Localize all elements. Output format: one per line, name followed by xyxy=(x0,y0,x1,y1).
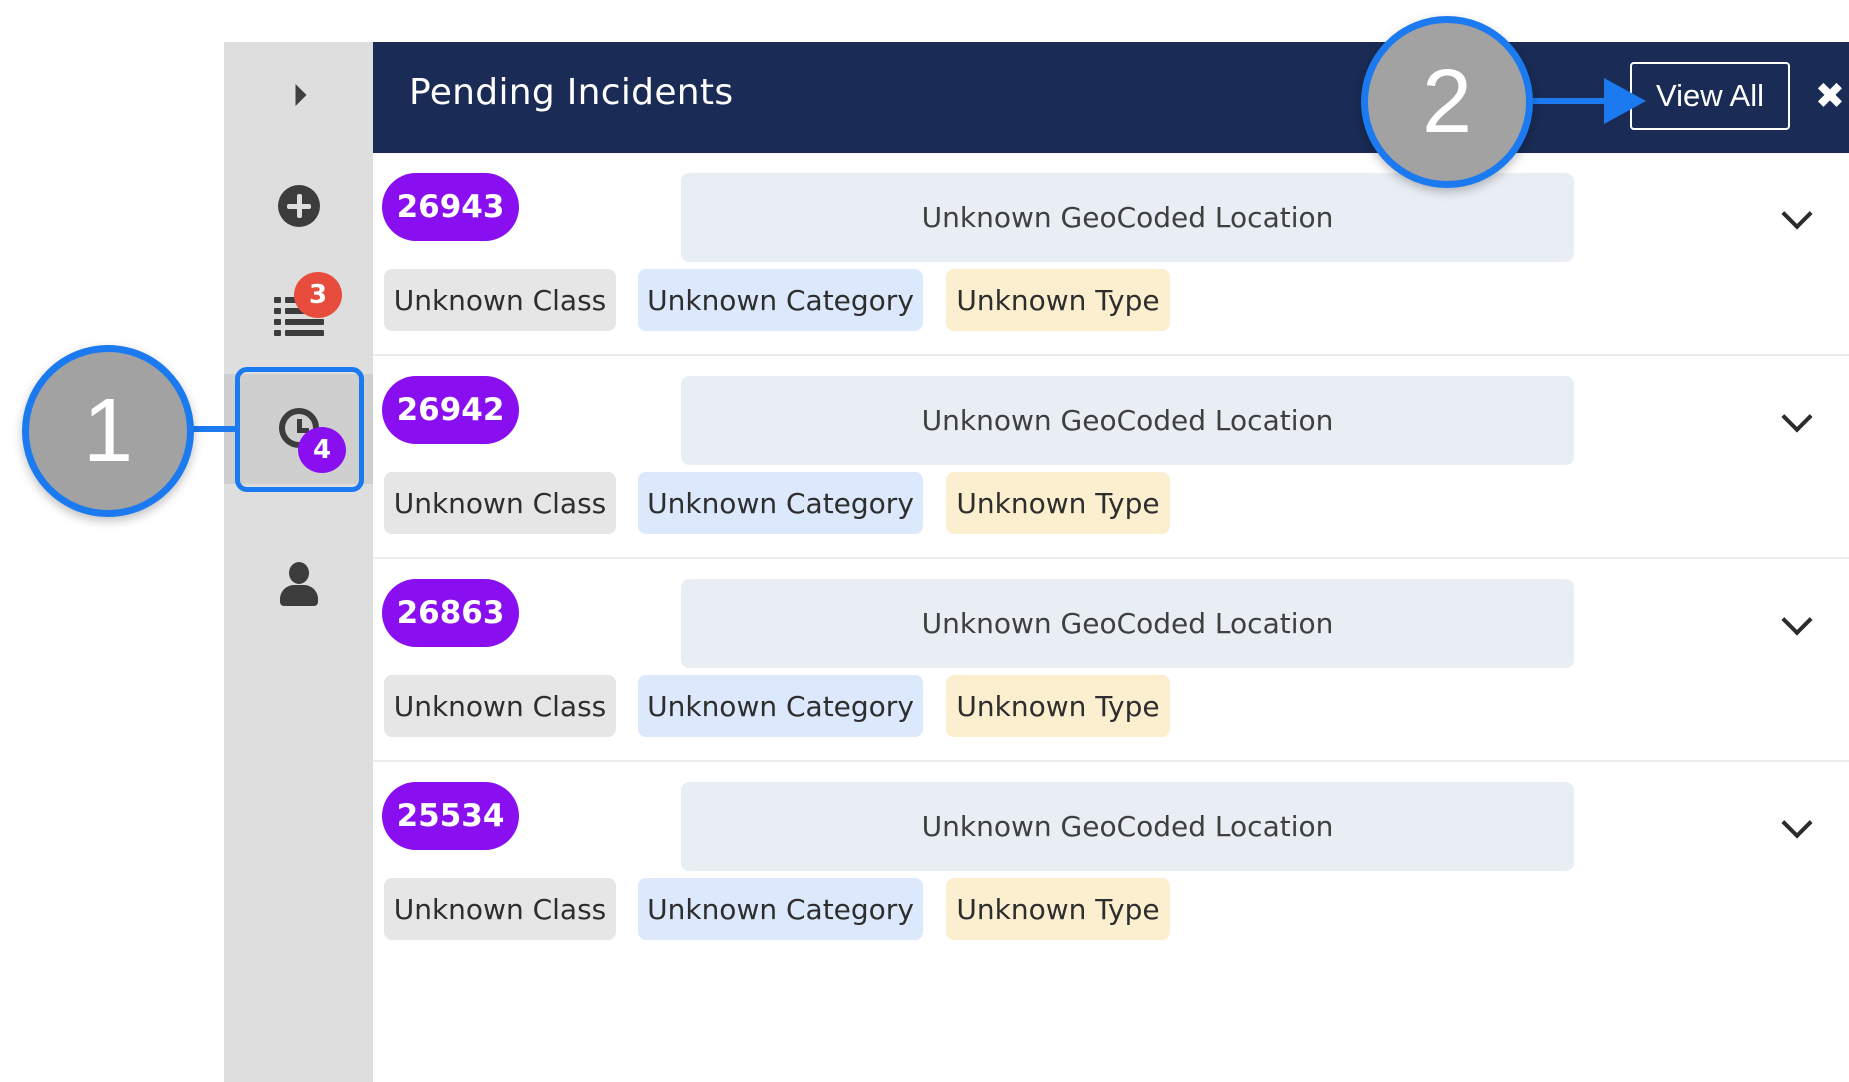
incident-id-badge[interactable]: 26942 xyxy=(382,376,519,444)
chevron-down-icon[interactable] xyxy=(1781,401,1813,433)
incident-card[interactable]: 25534 Unknown GeoCoded Location Unknown … xyxy=(373,762,1849,965)
incident-category-tag: Unknown Category xyxy=(638,878,923,940)
incident-card[interactable]: 26863 Unknown GeoCoded Location Unknown … xyxy=(373,559,1849,762)
close-icon[interactable]: ✖ xyxy=(1810,62,1849,130)
view-all-button[interactable]: View All xyxy=(1630,62,1790,130)
incident-category-tag: Unknown Category xyxy=(638,675,923,737)
incident-category-tag: Unknown Category xyxy=(638,269,923,331)
incident-class-tag: Unknown Class xyxy=(384,472,616,534)
incident-location: Unknown GeoCoded Location xyxy=(681,376,1574,465)
caret-right-icon[interactable] xyxy=(295,84,306,106)
incident-class-tag: Unknown Class xyxy=(384,675,616,737)
incident-class-tag: Unknown Class xyxy=(384,878,616,940)
chevron-down-icon[interactable] xyxy=(1781,604,1813,636)
chevron-down-icon[interactable] xyxy=(1781,807,1813,839)
callout-connector xyxy=(190,426,237,432)
list-count-badge: 3 xyxy=(294,272,342,318)
chevron-down-icon[interactable] xyxy=(1781,198,1813,230)
incident-type-tag: Unknown Type xyxy=(946,878,1170,940)
incident-type-tag: Unknown Type xyxy=(946,472,1170,534)
pending-incidents-panel: Pending Incidents View All ✖ 26943 Unkno… xyxy=(373,42,1849,1082)
incident-type-tag: Unknown Type xyxy=(946,269,1170,331)
incident-type-tag: Unknown Type xyxy=(946,675,1170,737)
incident-card[interactable]: 26942 Unknown GeoCoded Location Unknown … xyxy=(373,356,1849,559)
incident-location: Unknown GeoCoded Location xyxy=(681,579,1574,668)
callout-highlight-box xyxy=(235,367,364,492)
incident-id-badge[interactable]: 25534 xyxy=(382,782,519,850)
callout-arrowhead xyxy=(1604,78,1646,124)
incident-card[interactable]: 26943 Unknown GeoCoded Location Unknown … xyxy=(373,153,1849,356)
sidebar: 3 4 xyxy=(224,42,373,1082)
callout-arrow xyxy=(1530,98,1612,104)
incident-category-tag: Unknown Category xyxy=(638,472,923,534)
plus-circle-icon[interactable] xyxy=(277,185,320,227)
callout-step-1: 1 xyxy=(22,345,194,517)
callout-step-2: 2 xyxy=(1361,16,1533,188)
incident-class-tag: Unknown Class xyxy=(384,269,616,331)
incident-id-badge[interactable]: 26943 xyxy=(382,173,519,241)
user-icon[interactable] xyxy=(279,562,318,606)
incident-id-badge[interactable]: 26863 xyxy=(382,579,519,647)
panel-title: Pending Incidents xyxy=(409,72,734,113)
incident-location: Unknown GeoCoded Location xyxy=(681,782,1574,871)
